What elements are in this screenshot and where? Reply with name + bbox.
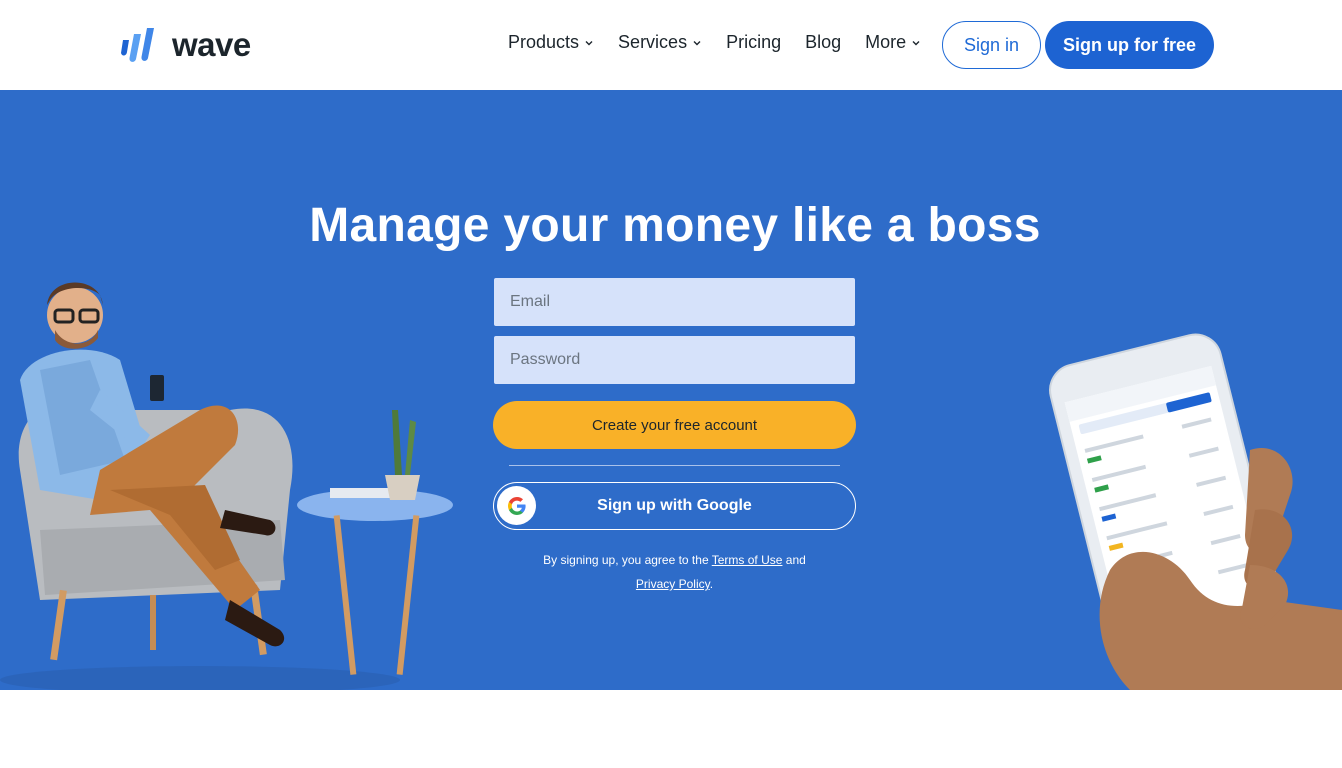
google-g-icon bbox=[507, 496, 526, 515]
nav-more-label: More bbox=[865, 32, 907, 52]
site-header: wave Products Services Pricing Blog More… bbox=[0, 0, 1342, 90]
nav-products-label: Products bbox=[508, 32, 580, 52]
password-field[interactable] bbox=[494, 336, 855, 384]
hero-title: Manage your money like a boss bbox=[309, 199, 1041, 252]
create-account-button[interactable]: Create your free account bbox=[493, 401, 856, 449]
below-hero-area bbox=[0, 690, 1342, 768]
sign-in-button[interactable]: Sign in bbox=[942, 21, 1041, 69]
man-in-armchair-illustration bbox=[0, 282, 453, 690]
terms-suffix: . bbox=[709, 577, 714, 591]
terms-and: and bbox=[785, 553, 806, 567]
logo-text: wave bbox=[172, 26, 251, 63]
google-signup-label: Sign up with Google bbox=[597, 497, 752, 514]
chevron-down-icon bbox=[693, 40, 701, 45]
nav-services[interactable]: Services bbox=[618, 32, 702, 53]
nav-products[interactable]: Products bbox=[508, 32, 594, 53]
nav-blog[interactable]: Blog bbox=[805, 32, 841, 53]
chevron-down-icon bbox=[912, 40, 920, 45]
email-field[interactable] bbox=[494, 278, 855, 326]
sign-up-button[interactable]: Sign up for free bbox=[1045, 21, 1214, 69]
google-badge bbox=[497, 486, 536, 525]
nav-services-label: Services bbox=[618, 32, 688, 52]
nav-blog-label: Blog bbox=[805, 32, 842, 52]
wave-logo-icon bbox=[121, 28, 154, 62]
nav-pricing[interactable]: Pricing bbox=[726, 32, 781, 53]
wave-logo[interactable]: wave bbox=[119, 26, 251, 64]
google-signup-button[interactable]: Sign up with Google bbox=[493, 482, 856, 530]
nav-more[interactable]: More bbox=[865, 32, 921, 53]
terms-prefix: By signing up, you agree to the bbox=[543, 553, 709, 567]
hero-section: Manage your money like a boss Create you… bbox=[0, 90, 1342, 690]
terms-notice: By signing up, you agree to the Terms of… bbox=[494, 548, 855, 596]
nav-pricing-label: Pricing bbox=[726, 32, 782, 52]
chevron-down-icon bbox=[585, 40, 593, 45]
hand-holding-phone-illustration bbox=[1049, 333, 1342, 690]
privacy-policy-link[interactable]: Privacy Policy bbox=[636, 577, 710, 591]
form-divider bbox=[509, 465, 840, 466]
main-nav: Products Services Pricing Blog More bbox=[508, 32, 945, 53]
terms-of-use-link[interactable]: Terms of Use bbox=[712, 553, 783, 567]
